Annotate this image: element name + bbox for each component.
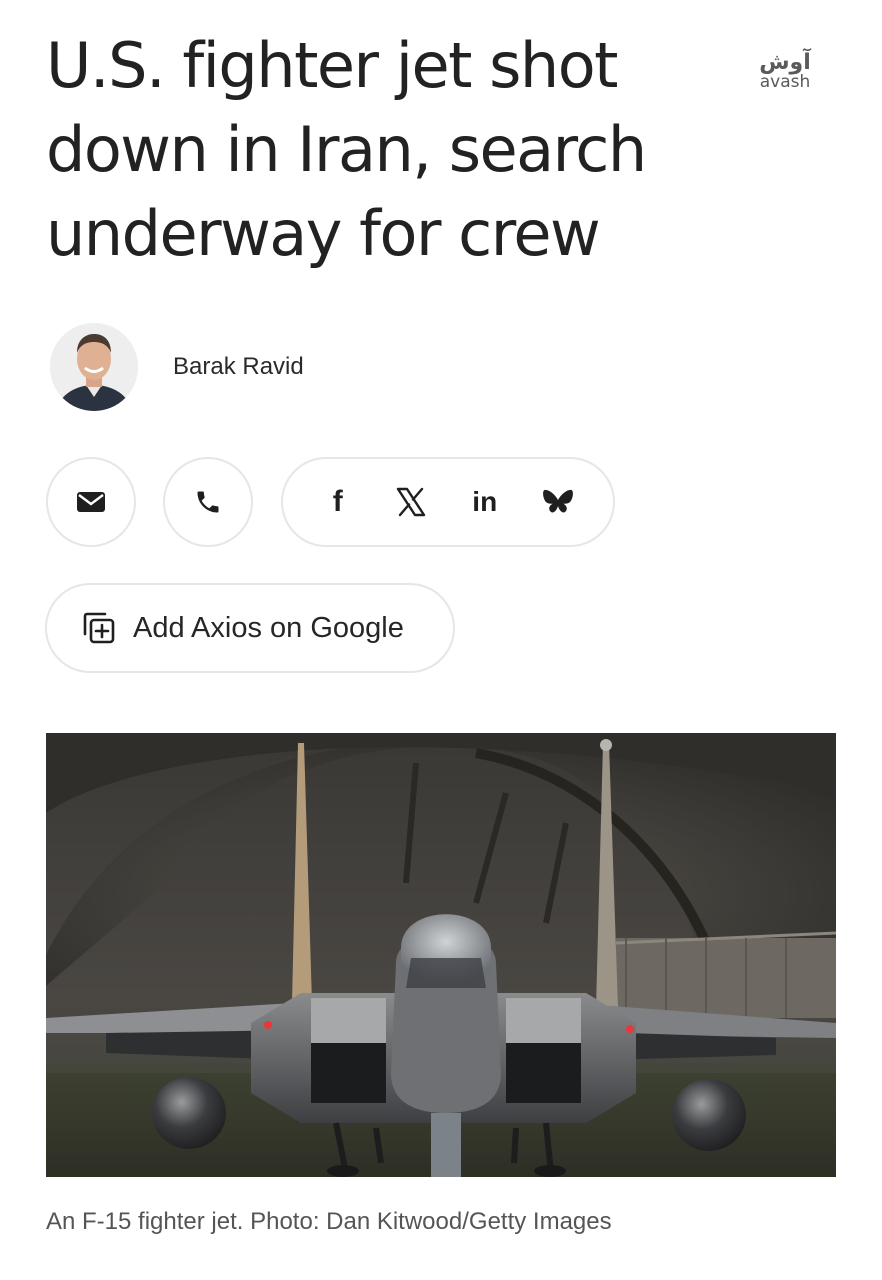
x-share-button[interactable]: [383, 474, 439, 530]
add-google-label: Add Axios on Google: [133, 611, 404, 644]
social-share-group: f in: [281, 457, 615, 547]
headline-line: underway for crew: [46, 197, 601, 270]
linkedin-share-button[interactable]: in: [457, 474, 513, 530]
author-avatar[interactable]: [50, 323, 138, 411]
byline: Barak Ravid: [50, 322, 304, 412]
headline-line: U.S. fighter jet shot: [46, 29, 618, 102]
phone-share-button[interactable]: [163, 457, 253, 547]
add-source-icon: [83, 612, 115, 644]
bluesky-share-button[interactable]: [530, 474, 586, 530]
article-headline: U.S. fighter jet shot down in Iran, sear…: [46, 24, 726, 276]
phone-icon: [197, 491, 219, 513]
brand-name-fa: آوش: [759, 50, 811, 75]
facebook-icon: f: [332, 485, 343, 518]
add-axios-google-button[interactable]: Add Axios on Google: [45, 583, 455, 673]
linkedin-icon: in: [472, 486, 498, 517]
bluesky-icon: [543, 489, 574, 513]
brand-name-en: avash: [759, 72, 811, 92]
x-icon: [397, 487, 426, 517]
facebook-share-button[interactable]: f: [310, 474, 366, 530]
email-icon: [77, 492, 105, 512]
author-name[interactable]: Barak Ravid: [173, 353, 304, 381]
brand-logo: آوش avash: [752, 52, 818, 91]
photo-caption: An F-15 fighter jet. Photo: Dan Kitwood/…: [46, 1208, 612, 1235]
headline-line: down in Iran, search: [46, 113, 647, 186]
email-share-button[interactable]: [46, 457, 136, 547]
article-photo: [46, 733, 836, 1177]
